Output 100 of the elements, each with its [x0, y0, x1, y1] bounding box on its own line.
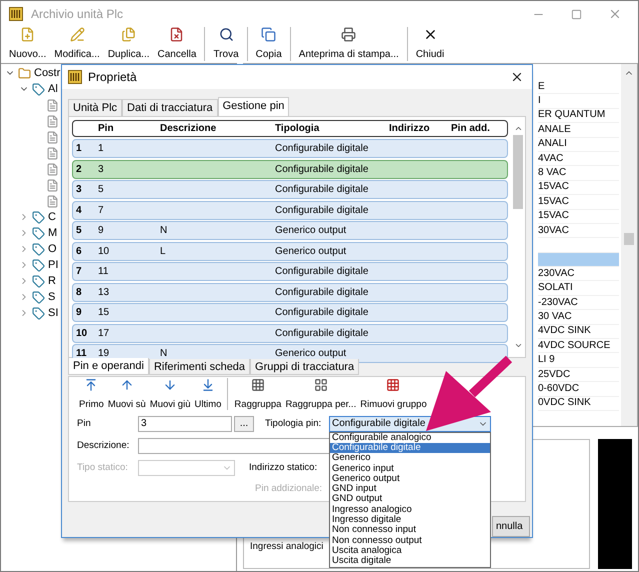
list-row[interactable]: 25VDC	[538, 368, 619, 382]
tree-item[interactable]: O	[48, 244, 57, 254]
list-row[interactable]: ANALE	[538, 123, 619, 138]
grid-row[interactable]: 3 5 Configurabile digitale	[72, 180, 508, 200]
grid-row[interactable]: 8 13 Configurabile digitale	[72, 282, 508, 302]
action-button[interactable]: Muovi sù	[106, 378, 148, 410]
list-row[interactable]: 15VAC	[538, 210, 619, 224]
dialog-title: Proprietà	[88, 68, 137, 86]
list-row[interactable]: ER QUANTUM	[538, 108, 619, 124]
dropdown-option[interactable]: Ingresso analogico	[330, 504, 490, 516]
table-cell-text: 15	[98, 306, 110, 320]
grid-row[interactable]: 1 1 Configurabile digitale	[72, 139, 508, 158]
printer-icon	[341, 27, 356, 42]
scroll-thumb[interactable]	[624, 233, 634, 245]
list-row[interactable]: 30 VAC	[538, 310, 619, 325]
scroll-thumb[interactable]	[513, 134, 523, 209]
table-cell-text: 13	[98, 286, 110, 300]
dropdown-option[interactable]: Ingresso digitale	[330, 515, 490, 526]
tree-item[interactable]: Al	[48, 84, 58, 94]
list-row[interactable]: LI 9	[538, 353, 619, 368]
dropdown-option[interactable]: Generico input	[330, 464, 490, 474]
action-button[interactable]: Raggruppa per...	[283, 378, 358, 410]
scrollbar[interactable]	[621, 64, 637, 426]
pin-field[interactable]: 3	[138, 416, 232, 432]
list-row[interactable]: ANALI	[538, 138, 619, 152]
dropdown-option[interactable]: Uscita analogica	[330, 546, 490, 556]
column-header[interactable]: Pin add.	[451, 120, 507, 136]
toolbar-button[interactable]: Chiudi	[406, 27, 448, 61]
tab[interactable]: Dati di tracciatura	[122, 98, 218, 116]
document-icon	[46, 114, 59, 128]
list-row[interactable]: -230VAC	[538, 296, 619, 310]
tree-item[interactable]: PI	[48, 260, 58, 270]
grid-row[interactable]: 5 9 N Generico output	[72, 221, 508, 240]
list-row[interactable]: 30VAC	[538, 224, 619, 238]
list-row[interactable]: 15VAC	[538, 180, 619, 196]
tab[interactable]: Gruppi di tracciatura	[250, 358, 360, 375]
field-label: Descrizione:	[77, 438, 130, 453]
static-type-select[interactable]	[138, 460, 235, 476]
list-row[interactable]: 230VAC	[538, 267, 619, 282]
list-row[interactable]: E	[538, 80, 619, 94]
tree-item[interactable]: M	[48, 228, 58, 238]
grid-row[interactable]: 10 17 Configurabile digitale	[72, 324, 508, 343]
toolbar-button[interactable]: Modifica...	[50, 27, 104, 61]
list-row[interactable]: 4VDC SINK	[538, 324, 619, 340]
grid-row[interactable]: 9 15 Configurabile digitale	[72, 303, 508, 322]
field-label: Tipologia pin:	[265, 416, 322, 431]
dropdown-option[interactable]: Non connesso input	[330, 525, 490, 536]
dialog-button[interactable]: nnulla	[492, 516, 530, 537]
grid-row[interactable]: 6 10 L Generico output	[72, 242, 508, 261]
list-row[interactable]: 8 VAC	[538, 166, 619, 181]
list-row[interactable]: SOLATI	[538, 281, 619, 296]
tree-item[interactable]: R	[48, 276, 56, 286]
list-row[interactable]: 4VDC SOURCE	[538, 339, 619, 354]
tab[interactable]: Riferimenti scheda	[148, 358, 250, 375]
row-index: 6	[76, 244, 83, 259]
toolbar-button[interactable]: Anteprima di stampa...	[290, 27, 403, 61]
column-header[interactable]: Indirizzo	[389, 120, 451, 136]
list-row[interactable]: 15VAC	[538, 195, 619, 210]
action-button[interactable]: Rimuovi gruppo	[358, 378, 429, 410]
dropdown-option[interactable]: Generico output	[330, 474, 490, 484]
table-cell-text: 9	[98, 224, 105, 238]
tab[interactable]: Gestione pin	[218, 96, 290, 116]
table-cell-text: N	[160, 347, 168, 362]
list-row[interactable]: 0-60VDC	[538, 382, 619, 397]
tree-item[interactable]: SI	[48, 308, 58, 318]
toolbar-button[interactable]: Copia	[246, 27, 286, 61]
column-header[interactable]: Descrizione	[160, 120, 275, 136]
toolbar-button[interactable]: Trova	[204, 27, 243, 61]
toolbar-button[interactable]: Duplica...	[104, 27, 154, 61]
list-row[interactable]: I	[538, 94, 619, 109]
dropdown-option[interactable]: Configurabile digitale	[330, 442, 490, 454]
dropdown-option[interactable]: Configurabile analogico	[330, 432, 490, 443]
action-button[interactable]: Muovi giù	[148, 378, 192, 410]
tab[interactable]: Unità Plc	[68, 98, 122, 116]
dropdown-option[interactable]: Non connesso output	[330, 536, 490, 546]
tree-item[interactable]: S	[48, 292, 56, 302]
grid-row[interactable]: 4 7 Configurabile digitale	[72, 200, 508, 220]
maximize-icon[interactable]	[571, 8, 582, 20]
grid-row[interactable]: 2 3 Configurabile digitale	[72, 160, 508, 179]
column-header[interactable]: Tipologia	[275, 120, 389, 136]
grid-row[interactable]: 7 11 Configurabile digitale	[72, 262, 508, 282]
dropdown-option[interactable]: GND input	[330, 484, 490, 494]
browse-button[interactable]: ...	[234, 416, 254, 432]
list-row[interactable]	[538, 252, 619, 268]
dropdown-option[interactable]: Uscita digitale	[330, 556, 490, 567]
toolbar-button[interactable]: Cancella	[154, 27, 200, 61]
tab[interactable]: Pin e operandi	[68, 358, 149, 375]
folder-icon	[18, 66, 31, 80]
tree-item[interactable]: Costr	[34, 68, 60, 78]
column-header[interactable]: Pin	[98, 120, 160, 136]
document-icon	[46, 98, 59, 112]
list-row[interactable]: 4VAC	[538, 152, 619, 166]
action-button[interactable]: Raggruppa	[227, 378, 284, 410]
action-button[interactable]: Ultimo	[192, 378, 224, 410]
dropdown-option[interactable]: GND output	[330, 494, 490, 505]
toolbar-button[interactable]: Nuovo...	[5, 27, 50, 61]
tree-item[interactable]: C	[48, 212, 56, 222]
action-button[interactable]: Primo	[77, 378, 106, 410]
dropdown-option[interactable]: Generico	[330, 453, 490, 464]
list-row[interactable]: 0VDC SINK	[538, 396, 619, 411]
